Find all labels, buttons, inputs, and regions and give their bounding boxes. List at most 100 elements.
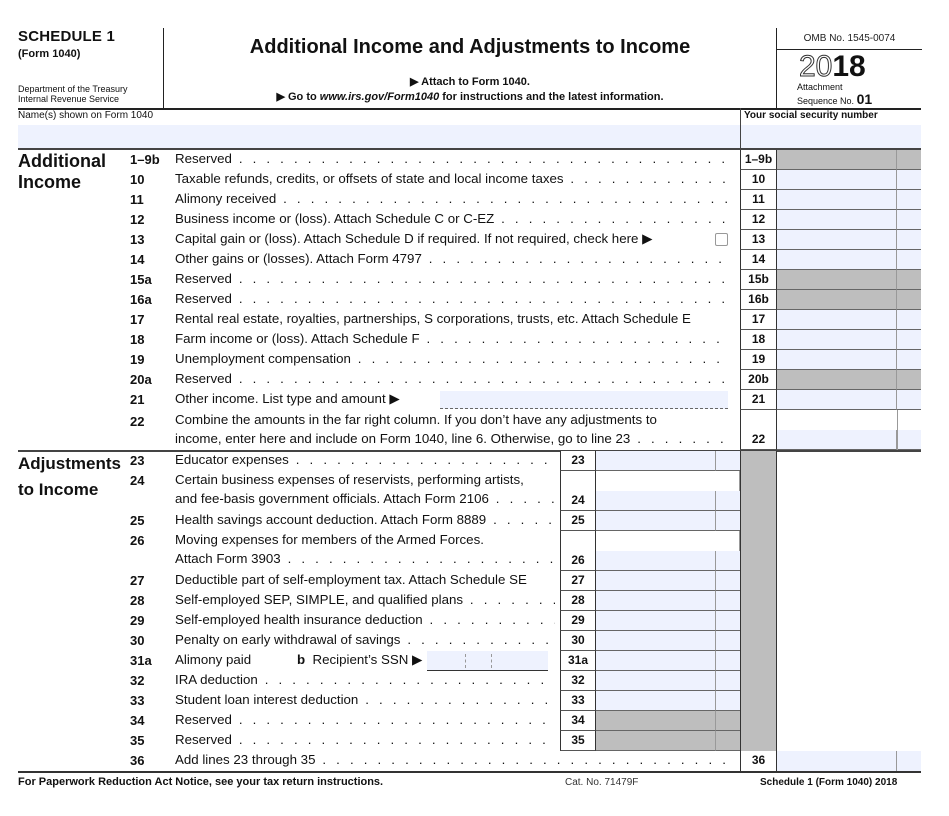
line-number: 36 [130,753,145,768]
sequence-label: Sequence No. [797,96,855,106]
line-amount[interactable] [596,631,716,651]
line-box-number: 25 [560,511,596,531]
line-amount-cents[interactable] [716,631,740,651]
line-amount[interactable] [596,551,716,571]
line-amount[interactable] [596,651,716,671]
line-description-text: Reserved [175,271,232,286]
line-amount-cents[interactable] [897,250,921,270]
shaded-amount-cents [897,370,921,390]
year-bold: 18 [832,50,866,83]
line-amount-cents[interactable] [716,671,740,691]
sequence-value: 01 [856,91,873,107]
line-amount-cents[interactable] [716,591,740,611]
line-amount-cents[interactable] [897,390,921,410]
line-amount[interactable] [777,170,897,190]
line-box-number: 1–9b [740,150,777,170]
irs-link[interactable]: www.irs.gov/Form1040 [320,91,439,103]
line-36-amount[interactable] [777,751,897,771]
line-amount[interactable] [596,511,716,531]
line-description-text: Educator expenses [175,452,289,467]
ssn-input[interactable] [741,125,921,148]
line-box-number: 36 [740,751,777,771]
line-amount[interactable] [596,671,716,691]
line-amount-cents[interactable] [716,491,740,511]
year-outline: 20 [798,50,833,83]
line-amount-cents[interactable] [897,350,921,370]
other-income-type-input[interactable] [440,391,728,409]
line-amount[interactable] [777,190,897,210]
line-amount[interactable] [596,571,716,591]
recipient-ssn-input[interactable] [427,651,548,671]
shaded-amount-cents [716,731,740,751]
line-description-text: Farm income or (loss). Attach Schedule F [175,331,420,346]
line-amount[interactable] [777,350,897,370]
line-box-number: 10 [740,170,777,190]
line-22-cents[interactable] [897,430,921,450]
line-description: Certain business expenses of reservists,… [175,472,555,487]
line-22-amount[interactable] [777,430,897,450]
line-box-number: 32 [560,671,596,691]
line-amount-cents[interactable] [897,230,921,250]
line-amount[interactable] [777,250,897,270]
form-footer-title: Schedule 1 (Form 1040) 2018 [760,777,898,788]
line-number: 31a [130,653,152,668]
line-31b-label: b Recipient’s SSN ▶ [297,652,422,668]
goto-prefix: ▶ Go to [276,91,320,103]
line-number: 18 [130,332,145,347]
shaded-amount [777,290,897,310]
line-amount-cents[interactable] [716,651,740,671]
line-number: 30 [130,633,145,648]
line-amount[interactable] [596,451,716,471]
line-amount-cents[interactable] [897,170,921,190]
line-number: 13 [130,232,145,247]
line-amount[interactable] [777,330,897,350]
line-amount[interactable] [596,691,716,711]
line-amount[interactable] [596,611,716,631]
line-36-cents[interactable] [897,751,921,771]
line-description-text: Rental real estate, royalties, partnersh… [175,311,691,326]
line-amount-cents[interactable] [897,330,921,350]
line-number: 20a [130,372,152,387]
ssn-separator [491,654,492,668]
line-description: Business income or (loss). Attach Schedu… [175,211,730,226]
ssn-separator [465,654,466,668]
line-amount-cents[interactable] [716,511,740,531]
line-number: 17 [130,312,145,327]
line-box-number: 35 [560,731,596,751]
line-number: 24 [130,473,145,488]
line-amount-cents[interactable] [897,210,921,230]
line-description: Taxable refunds, credits, or offsets of … [175,171,730,186]
line-box-number: 21 [740,390,777,410]
line-description: Combine the amounts in the far right col… [175,412,657,427]
line-number: 14 [130,252,145,267]
line-description: Other income. List type and amount ▶ [175,391,445,407]
line-description: Alimony received [175,191,730,206]
line-description: Rental real estate, royalties, partnersh… [175,311,730,326]
line-description: Educator expenses [175,452,555,467]
line-description: Student loan interest deduction [175,692,555,707]
line-amount-cents[interactable] [897,310,921,330]
line-amount[interactable] [777,310,897,330]
line-amount-cents[interactable] [716,551,740,571]
name-input[interactable] [18,125,740,148]
line-amount-cents[interactable] [716,451,740,471]
line-amount[interactable] [596,591,716,611]
agency-line: Internal Revenue Service [18,94,120,104]
line-description: Self-employed SEP, SIMPLE, and qualified… [175,592,555,607]
section-label: to Income [18,480,99,499]
line-amount-cents[interactable] [897,190,921,210]
line-amount-cents[interactable] [716,571,740,591]
line-description: Farm income or (loss). Attach Schedule F [175,331,730,346]
line-description-text: IRA deduction [175,672,258,687]
line-amount[interactable] [596,491,716,511]
line-description-text: Alimony received [175,191,277,206]
line-amount[interactable] [777,210,897,230]
line-amount-cents[interactable] [716,691,740,711]
not-required-checkbox[interactable] [715,233,728,246]
line-description: Reserved [175,151,730,166]
line-amount-cents[interactable] [716,611,740,631]
shaded-column [740,451,777,751]
line-amount[interactable] [777,390,897,410]
line-amount[interactable] [777,230,897,250]
